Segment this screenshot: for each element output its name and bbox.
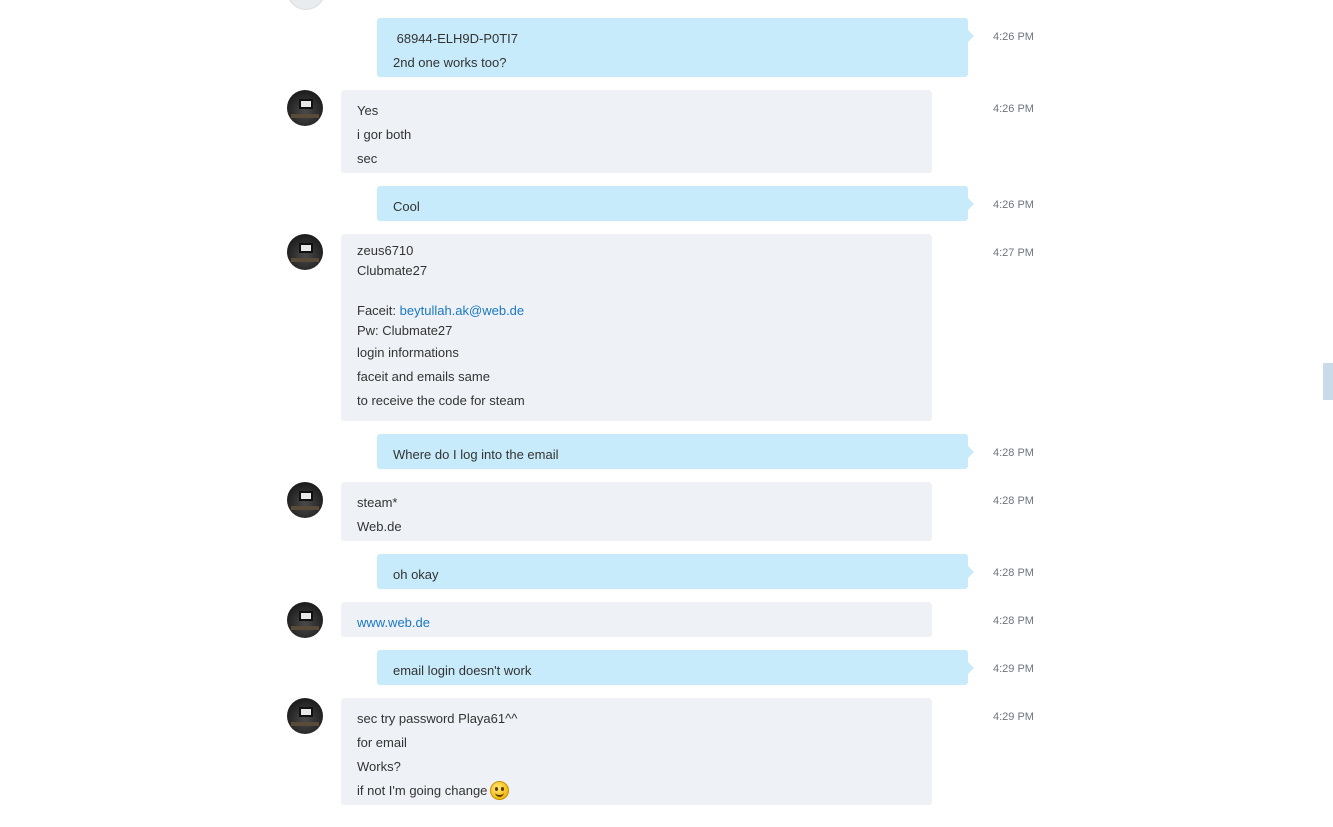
scrollbar-thumb[interactable] bbox=[1323, 363, 1333, 400]
message-line: steam* bbox=[357, 495, 398, 510]
message-timestamp: 4:29 PM bbox=[993, 711, 1034, 723]
incoming-message: Yes i gor both sec bbox=[341, 90, 932, 173]
message-line: Cool bbox=[393, 199, 420, 214]
message-line: Works? bbox=[357, 759, 401, 774]
message-line: for email bbox=[357, 735, 407, 750]
message-text: if not I'm going change bbox=[357, 783, 488, 798]
outgoing-message: email login doesn't work bbox=[377, 650, 974, 685]
smiley-face-icon bbox=[490, 781, 510, 801]
avatar[interactable] bbox=[287, 0, 325, 10]
message-line: if not I'm going change bbox=[357, 779, 916, 803]
outgoing-message: 68944-ELH9D-P0TI7 2nd one works too? bbox=[377, 18, 974, 77]
incoming-message: www.web.de bbox=[341, 602, 932, 637]
contact-avatar[interactable] bbox=[287, 698, 323, 734]
message-line: Pw: Clubmate27 bbox=[357, 323, 453, 338]
message-timestamp: 4:28 PM bbox=[993, 495, 1034, 507]
message-line: www.web.de bbox=[357, 611, 916, 635]
message-line: sec bbox=[357, 151, 378, 166]
contact-avatar[interactable] bbox=[287, 482, 323, 518]
incoming-message: steam* Web.de bbox=[341, 482, 932, 541]
outgoing-message: Cool bbox=[377, 186, 974, 221]
message-line: Faceit: beytullah.ak@web.de bbox=[357, 301, 916, 321]
faceit-label: Faceit: bbox=[357, 303, 397, 318]
email-link[interactable]: beytullah.ak@web.de bbox=[400, 303, 525, 318]
message-timestamp: 4:27 PM bbox=[993, 247, 1034, 259]
message-line: faceit and emails same bbox=[357, 369, 490, 384]
message-line: oh okay bbox=[393, 567, 439, 582]
message-line: zeus6710 bbox=[357, 243, 414, 258]
message-line: Where do I log into the email bbox=[393, 447, 559, 462]
web-link[interactable]: www.web.de bbox=[357, 615, 430, 630]
message-line: 2nd one works too? bbox=[393, 55, 507, 70]
incoming-message: zeus6710 Clubmate27 Faceit: beytullah.ak… bbox=[341, 234, 932, 421]
message-timestamp: 4:26 PM bbox=[993, 199, 1034, 211]
message-line: i gor both bbox=[357, 127, 412, 142]
message-timestamp: 4:28 PM bbox=[993, 615, 1034, 627]
message-line: 68944-ELH9D-P0TI7 bbox=[393, 31, 519, 46]
message-timestamp: 4:26 PM bbox=[993, 103, 1034, 115]
contact-avatar[interactable] bbox=[287, 90, 323, 126]
message-timestamp: 4:26 PM bbox=[993, 31, 1034, 43]
message-timestamp: 4:29 PM bbox=[993, 663, 1034, 675]
contact-avatar[interactable] bbox=[287, 234, 323, 270]
message-line: email login doesn't work bbox=[393, 663, 532, 678]
message-line bbox=[357, 281, 916, 301]
message-line: login informations bbox=[357, 345, 459, 360]
message-line: to receive the code for steam bbox=[357, 393, 525, 408]
incoming-message: sec try password Playa61^^ for email Wor… bbox=[341, 698, 932, 805]
message-line: Yes bbox=[357, 103, 379, 118]
message-timestamp: 4:28 PM bbox=[993, 567, 1034, 579]
outgoing-message: oh okay bbox=[377, 554, 974, 589]
contact-avatar[interactable] bbox=[287, 602, 323, 638]
message-line: Clubmate27 bbox=[357, 263, 428, 278]
outgoing-message: Where do I log into the email bbox=[377, 434, 974, 469]
message-line: Web.de bbox=[357, 519, 402, 534]
message-line: sec try password Playa61^^ bbox=[357, 711, 518, 726]
message-timestamp: 4:28 PM bbox=[993, 447, 1034, 459]
